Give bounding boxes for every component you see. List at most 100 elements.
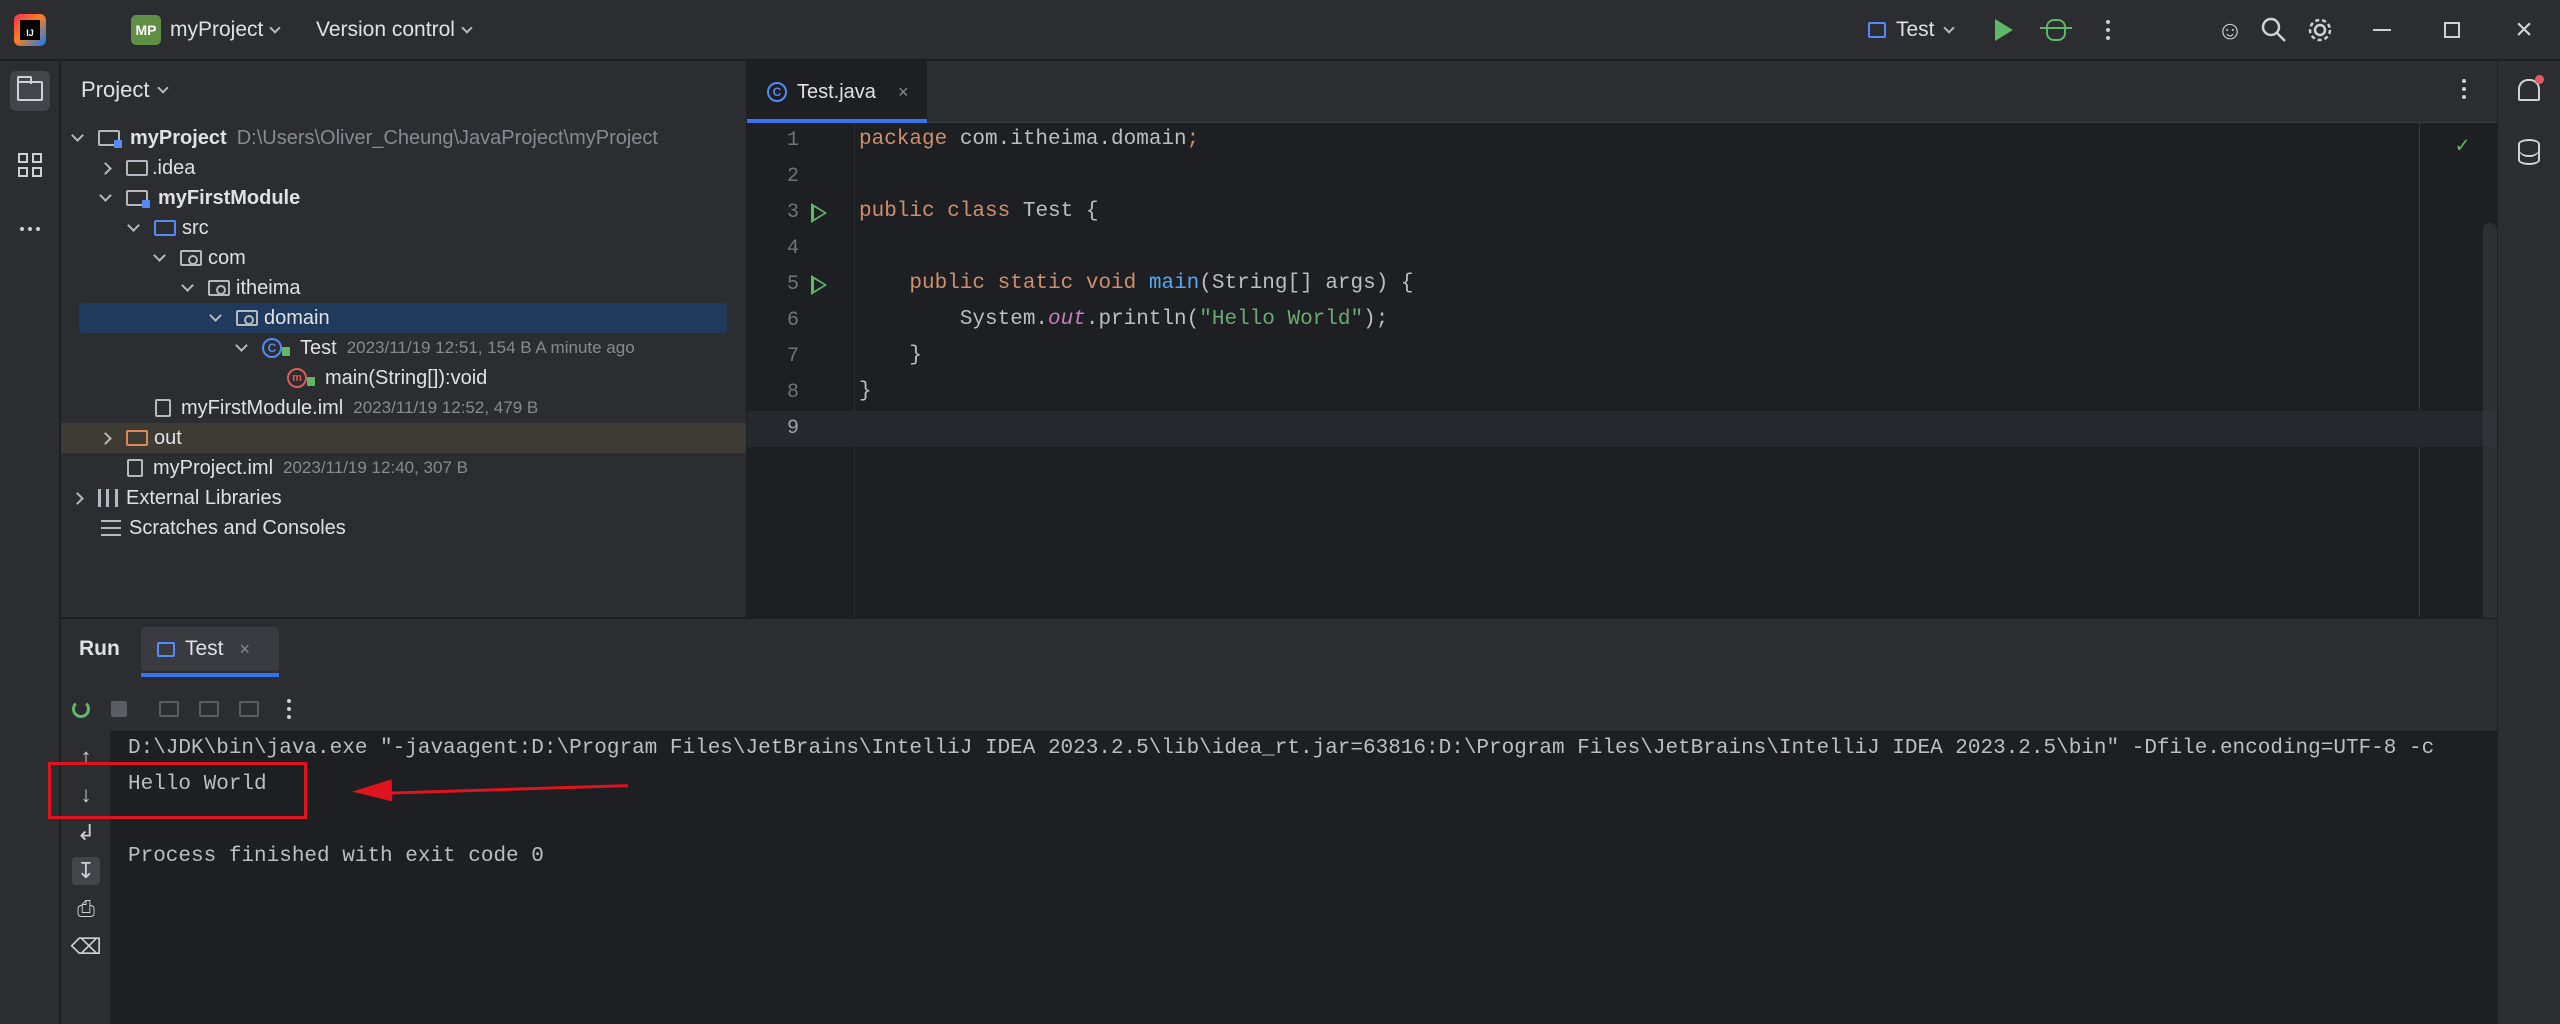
code-line[interactable]: 2 bbox=[747, 159, 2497, 195]
user-plus-icon: ☺ bbox=[2216, 15, 2244, 45]
run-gutter-icon[interactable] bbox=[811, 275, 827, 295]
database-icon[interactable] bbox=[2518, 139, 2540, 165]
chevron-down-icon[interactable] bbox=[235, 339, 248, 352]
run-tool-window: Run Test × ↑ ↓ ↲ ↧ ⎙ ⌫ D:\JDK\bin\java.e… bbox=[61, 618, 2497, 1024]
annotation-highlight-box bbox=[48, 762, 307, 819]
tree-item-myfirstmodule[interactable]: myFirstModule bbox=[61, 183, 746, 213]
tree-item-scratches[interactable]: Scratches and Consoles bbox=[61, 513, 746, 543]
tree-item-label: src bbox=[182, 216, 209, 239]
code-line[interactable]: 4 bbox=[747, 231, 2497, 267]
chevron-down-icon[interactable] bbox=[99, 189, 112, 202]
console-output[interactable]: D:\JDK\bin\java.exe "-javaagent:D:\Progr… bbox=[110, 731, 2497, 1024]
project-switcher[interactable]: myProject bbox=[170, 18, 282, 42]
scroll-to-end-button[interactable]: ↧ bbox=[72, 857, 100, 885]
main-menu-icon[interactable] bbox=[74, 17, 102, 43]
project-panel-header[interactable]: Project bbox=[81, 77, 170, 103]
tree-item-external-libraries[interactable]: External Libraries bbox=[61, 483, 746, 513]
stop-button[interactable] bbox=[107, 697, 131, 721]
tree-item-label: com bbox=[208, 246, 246, 269]
tree-item-domain[interactable]: domain bbox=[61, 303, 746, 333]
code-token: ); bbox=[1363, 308, 1389, 331]
chevron-right-icon[interactable] bbox=[71, 491, 84, 505]
code-token: main bbox=[1148, 272, 1200, 295]
rerun-button[interactable] bbox=[69, 697, 93, 721]
print-button[interactable]: ⎙ bbox=[72, 895, 100, 923]
chevron-down-icon[interactable] bbox=[181, 279, 194, 292]
tree-item-myproject-iml[interactable]: myProject.iml 2023/11/19 12:40, 307 B bbox=[61, 453, 746, 483]
run-configuration-selector[interactable]: Test bbox=[1868, 18, 1955, 42]
settings-button[interactable] bbox=[2304, 14, 2336, 46]
code-line[interactable]: 7 } bbox=[747, 339, 2497, 375]
intellij-logo[interactable]: IJ bbox=[14, 14, 46, 46]
public-lock-icon bbox=[307, 376, 315, 386]
code-line[interactable]: 8 } bbox=[747, 375, 2497, 411]
printer-icon: ⎙ bbox=[77, 896, 95, 921]
run-button[interactable] bbox=[1988, 14, 2020, 46]
tab-test-java[interactable]: C Test.java × bbox=[747, 61, 927, 123]
more-actions-button[interactable] bbox=[2092, 14, 2124, 46]
project-badge[interactable]: MP bbox=[131, 15, 161, 45]
current-code-line[interactable]: 9 bbox=[747, 411, 2497, 447]
restore-button[interactable] bbox=[2436, 14, 2468, 46]
chevron-down-icon bbox=[1942, 21, 1955, 34]
soft-wrap-button[interactable]: ↲ bbox=[72, 819, 100, 847]
left-tool-strip bbox=[0, 61, 60, 1024]
trash-icon: ⌫ bbox=[70, 934, 102, 959]
run-gutter-icon[interactable] bbox=[811, 203, 827, 223]
console-line-exit: Process finished with exit code 0 bbox=[128, 845, 544, 868]
debug-button[interactable] bbox=[2040, 14, 2072, 46]
structure-tool-button[interactable] bbox=[10, 145, 50, 185]
run-tab-test[interactable]: Test × bbox=[141, 627, 279, 671]
line-number: 6 bbox=[786, 309, 799, 332]
line-number: 1 bbox=[786, 129, 799, 152]
stop-icon bbox=[111, 701, 127, 717]
search-button[interactable] bbox=[2258, 14, 2290, 46]
tree-item-out[interactable]: out bbox=[61, 423, 746, 453]
code-token: .println( bbox=[1085, 308, 1200, 331]
more-tools-button[interactable] bbox=[10, 209, 50, 249]
excluded-folder-icon bbox=[126, 430, 148, 446]
close-icon[interactable]: × bbox=[898, 82, 909, 103]
line-number: 4 bbox=[786, 237, 799, 260]
code-token: com.itheima.domain bbox=[947, 128, 1187, 151]
code-line[interactable]: 1 package com.itheima.domain; bbox=[747, 123, 2497, 159]
editor-scrollbar[interactable] bbox=[2483, 223, 2497, 663]
application-icon bbox=[157, 641, 175, 657]
code-line[interactable]: 5 public static void main(String[] args)… bbox=[747, 267, 2497, 303]
tab-options-button[interactable] bbox=[2462, 79, 2466, 99]
tree-item-main-method[interactable]: m main(String[]):void bbox=[61, 363, 746, 393]
code-token: System. bbox=[859, 308, 1049, 331]
code-line[interactable]: 6 System.out.println("Hello World"); bbox=[747, 303, 2497, 339]
close-window-button[interactable]: × bbox=[2508, 14, 2540, 46]
tree-item-itheima[interactable]: itheima bbox=[61, 273, 746, 303]
tree-item-myproject[interactable]: myProject D:\Users\Oliver_Cheung\JavaPro… bbox=[61, 123, 746, 153]
tree-item-myfirstmodule-iml[interactable]: myFirstModule.iml 2023/11/19 12:52, 479 … bbox=[61, 393, 746, 423]
tree-item-test[interactable]: C Test 2023/11/19 12:51, 154 B A minute … bbox=[61, 333, 746, 363]
chevron-right-icon[interactable] bbox=[99, 161, 112, 175]
add-user-button[interactable]: ☺ bbox=[2214, 14, 2246, 46]
screenshot-button[interactable] bbox=[157, 697, 181, 721]
tree-item-label: main(String[]):void bbox=[325, 366, 488, 389]
chevron-down-icon[interactable] bbox=[127, 219, 140, 232]
iml-file-icon bbox=[155, 399, 171, 417]
code-token: public class bbox=[859, 200, 1011, 223]
close-icon[interactable]: × bbox=[240, 639, 251, 660]
restore-layout-button[interactable] bbox=[197, 697, 221, 721]
tree-item-idea[interactable]: .idea bbox=[61, 153, 746, 183]
code-area[interactable]: ✓ 1 package com.itheima.domain; 2 3 publ… bbox=[747, 123, 2497, 663]
project-tool-button[interactable] bbox=[10, 71, 50, 111]
tree-item-src[interactable]: src bbox=[61, 213, 746, 243]
clear-console-button[interactable]: ⌫ bbox=[70, 933, 102, 961]
code-line[interactable]: 3 public class Test { bbox=[747, 195, 2497, 231]
version-control-menu[interactable]: Version control bbox=[316, 18, 473, 42]
chevron-down-icon[interactable] bbox=[71, 129, 84, 142]
run-more-actions-button[interactable] bbox=[277, 697, 301, 721]
dump-threads-button[interactable] bbox=[237, 697, 261, 721]
chevron-down-icon[interactable] bbox=[153, 249, 166, 262]
tab-label: Test.java bbox=[797, 80, 876, 103]
chevron-down-icon bbox=[157, 81, 170, 94]
minimize-button[interactable] bbox=[2366, 14, 2398, 46]
tree-item-com[interactable]: com bbox=[61, 243, 746, 273]
tree-item-label: domain bbox=[264, 306, 330, 329]
